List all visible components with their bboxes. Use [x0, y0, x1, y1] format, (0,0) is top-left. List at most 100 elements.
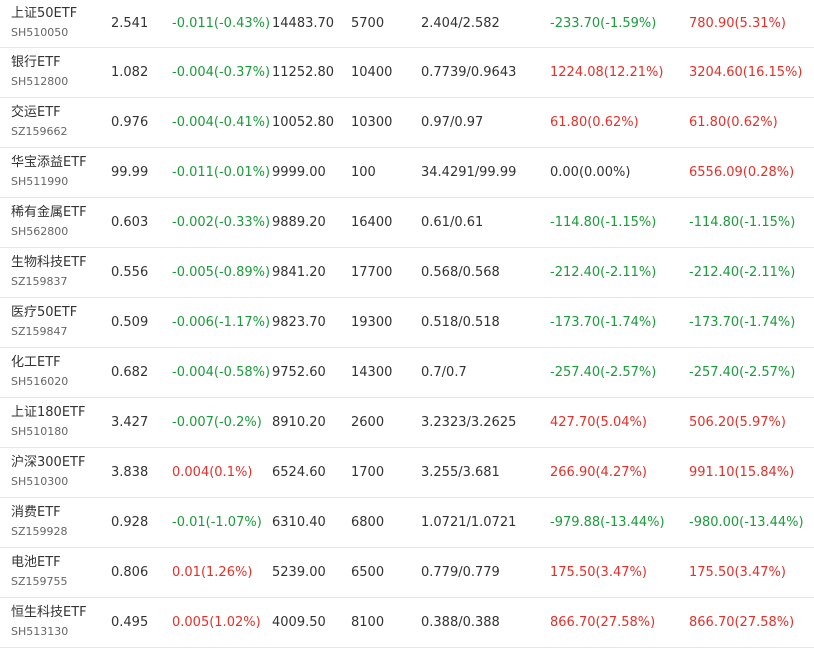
- daily-pnl-cell: -212.40(-2.11%): [550, 264, 657, 280]
- change-cell: 0.005(1.02%): [172, 614, 261, 630]
- table-row[interactable]: 银行ETF SH512800 1.082 -0.004(-0.37%) 1125…: [0, 47, 814, 97]
- etf-name[interactable]: 银行ETF: [11, 54, 111, 72]
- cost-cell: 34.4291/99.99: [421, 164, 517, 180]
- etf-name-cell[interactable]: 消费ETF SZ159928: [0, 497, 111, 547]
- table-row[interactable]: 生物科技ETF SZ159837 0.556 -0.005(-0.89%) 98…: [0, 247, 814, 297]
- amount-cell: 10052.80: [272, 114, 335, 130]
- volume-cell: 2600: [351, 414, 385, 430]
- change-cell: 0.01(1.26%): [172, 564, 253, 580]
- total-pnl-cell: -173.70(-1.74%): [689, 314, 796, 330]
- etf-name[interactable]: 生物科技ETF: [11, 254, 111, 272]
- etf-name-cell[interactable]: 上证50ETF SH510050: [0, 0, 111, 47]
- change-cell: 0.004(0.1%): [172, 464, 253, 480]
- etf-name[interactable]: 医疗50ETF: [11, 304, 111, 322]
- table-row[interactable]: 稀有金属ETF SH562800 0.603 -0.002(-0.33%) 98…: [0, 197, 814, 247]
- volume-cell: 14300: [351, 364, 393, 380]
- price-cell: 0.682: [111, 364, 149, 380]
- price-cell: 3.427: [111, 414, 149, 430]
- price-cell: 1.082: [111, 64, 149, 80]
- etf-name[interactable]: 上证50ETF: [11, 5, 111, 23]
- etf-name-cell[interactable]: 银行ETF SH512800: [0, 47, 111, 97]
- daily-pnl-cell: 0.00(0.00%): [550, 164, 631, 180]
- total-pnl-cell: 6556.09(0.28%): [689, 164, 795, 180]
- amount-cell: 9752.60: [272, 364, 326, 380]
- table-row[interactable]: 沪深300ETF SH510300 3.838 0.004(0.1%) 6524…: [0, 447, 814, 497]
- daily-pnl-cell: 1224.08(12.21%): [550, 64, 664, 80]
- etf-name[interactable]: 沪深300ETF: [11, 454, 111, 472]
- amount-cell: 5239.00: [272, 564, 326, 580]
- cost-cell: 0.7/0.7: [421, 364, 467, 380]
- price-cell: 0.976: [111, 114, 149, 130]
- volume-cell: 10300: [351, 114, 393, 130]
- etf-name[interactable]: 华宝添益ETF: [11, 154, 111, 172]
- etf-name-cell[interactable]: 医疗50ETF SZ159847: [0, 297, 111, 347]
- change-cell: -0.011(-0.01%): [172, 164, 271, 180]
- table-row[interactable]: 消费ETF SZ159928 0.928 -0.01(-1.07%) 6310.…: [0, 497, 814, 547]
- cost-cell: 0.61/0.61: [421, 214, 484, 230]
- cost-cell: 0.568/0.568: [421, 264, 500, 280]
- change-cell: -0.002(-0.33%): [172, 214, 271, 230]
- volume-cell: 17700: [351, 264, 393, 280]
- etf-name-cell[interactable]: 电池ETF SZ159755: [0, 547, 111, 597]
- daily-pnl-cell: 266.90(4.27%): [550, 464, 647, 480]
- etf-code: SH510050: [11, 26, 69, 40]
- etf-name-cell[interactable]: 化工ETF SH516020: [0, 347, 111, 397]
- price-cell: 0.806: [111, 564, 149, 580]
- etf-name-cell[interactable]: 上证180ETF SH510180: [0, 397, 111, 447]
- etf-name-cell[interactable]: 恒生科技ETF SH513130: [0, 597, 111, 647]
- price-cell: 3.838: [111, 464, 149, 480]
- daily-pnl-cell: -979.88(-13.44%): [550, 514, 665, 530]
- etf-code: SH513130: [11, 625, 69, 638]
- amount-cell: 11252.80: [272, 64, 335, 80]
- price-cell: 99.99: [111, 164, 149, 180]
- etf-code: SH512800: [11, 75, 69, 88]
- etf-name[interactable]: 上证180ETF: [11, 404, 111, 422]
- table-row[interactable]: 恒生科技ETF SH513130 0.495 0.005(1.02%) 4009…: [0, 597, 814, 647]
- table-row[interactable]: 电池ETF SZ159755 0.806 0.01(1.26%) 5239.00…: [0, 547, 814, 597]
- daily-pnl-cell: 866.70(27.58%): [550, 614, 656, 630]
- etf-code: SZ159662: [11, 125, 68, 138]
- table-row[interactable]: 华宝添益ETF SH511990 99.99 -0.011(-0.01%) 99…: [0, 147, 814, 197]
- etf-name[interactable]: 电池ETF: [11, 554, 111, 572]
- etf-code: SZ159755: [11, 575, 68, 588]
- total-pnl-cell: 780.90(5.31%): [689, 15, 786, 31]
- volume-cell: 19300: [351, 314, 393, 330]
- price-cell: 0.603: [111, 214, 149, 230]
- etf-code: SH511990: [11, 175, 69, 188]
- etf-name[interactable]: 化工ETF: [11, 354, 111, 372]
- total-pnl-cell: 61.80(0.62%): [689, 114, 778, 130]
- table-row[interactable]: 医疗50ETF SZ159847 0.509 -0.006(-1.17%) 98…: [0, 297, 814, 347]
- total-pnl-cell: -212.40(-2.11%): [689, 264, 796, 280]
- total-pnl-cell: 3204.60(16.15%): [689, 64, 803, 80]
- table-row[interactable]: 化工ETF SH516020 0.682 -0.004(-0.58%) 9752…: [0, 347, 814, 397]
- etf-name[interactable]: 交运ETF: [11, 104, 111, 122]
- cost-cell: 0.97/0.97: [421, 114, 484, 130]
- table-row[interactable]: 上证50ETF SH510050 2.541 -0.011(-0.43%) 14…: [0, 0, 814, 47]
- cost-cell: 0.7739/0.9643: [421, 64, 517, 80]
- change-cell: -0.004(-0.41%): [172, 114, 271, 130]
- etf-name-cell[interactable]: 稀有金属ETF SH562800: [0, 197, 111, 247]
- total-pnl-cell: -114.80(-1.15%): [689, 214, 796, 230]
- etf-name-cell[interactable]: 交运ETF SZ159662: [0, 97, 111, 147]
- etf-code: SH516020: [11, 375, 69, 388]
- table-row[interactable]: 上证180ETF SH510180 3.427 -0.007(-0.2%) 89…: [0, 397, 814, 447]
- daily-pnl-cell: -233.70(-1.59%): [550, 15, 657, 31]
- etf-name[interactable]: 消费ETF: [11, 504, 111, 522]
- daily-pnl-cell: -173.70(-1.74%): [550, 314, 657, 330]
- cost-cell: 0.388/0.388: [421, 614, 500, 630]
- daily-pnl-cell: -114.80(-1.15%): [550, 214, 657, 230]
- volume-cell: 100: [351, 164, 376, 180]
- etf-name[interactable]: 稀有金属ETF: [11, 204, 111, 222]
- volume-cell: 6800: [351, 514, 385, 530]
- etf-name-cell[interactable]: 华宝添益ETF SH511990: [0, 147, 111, 197]
- price-cell: 2.541: [111, 15, 149, 31]
- total-pnl-cell: 991.10(15.84%): [689, 464, 795, 480]
- total-pnl-cell: -980.00(-13.44%): [689, 514, 804, 530]
- etf-name-cell[interactable]: 生物科技ETF SZ159837: [0, 247, 111, 297]
- cost-cell: 2.404/2.582: [421, 15, 500, 31]
- etf-name[interactable]: 恒生科技ETF: [11, 604, 111, 622]
- table-row[interactable]: 交运ETF SZ159662 0.976 -0.004(-0.41%) 1005…: [0, 97, 814, 147]
- etf-name-cell[interactable]: 沪深300ETF SH510300: [0, 447, 111, 497]
- total-pnl-cell: 866.70(27.58%): [689, 614, 795, 630]
- change-cell: -0.007(-0.2%): [172, 414, 262, 430]
